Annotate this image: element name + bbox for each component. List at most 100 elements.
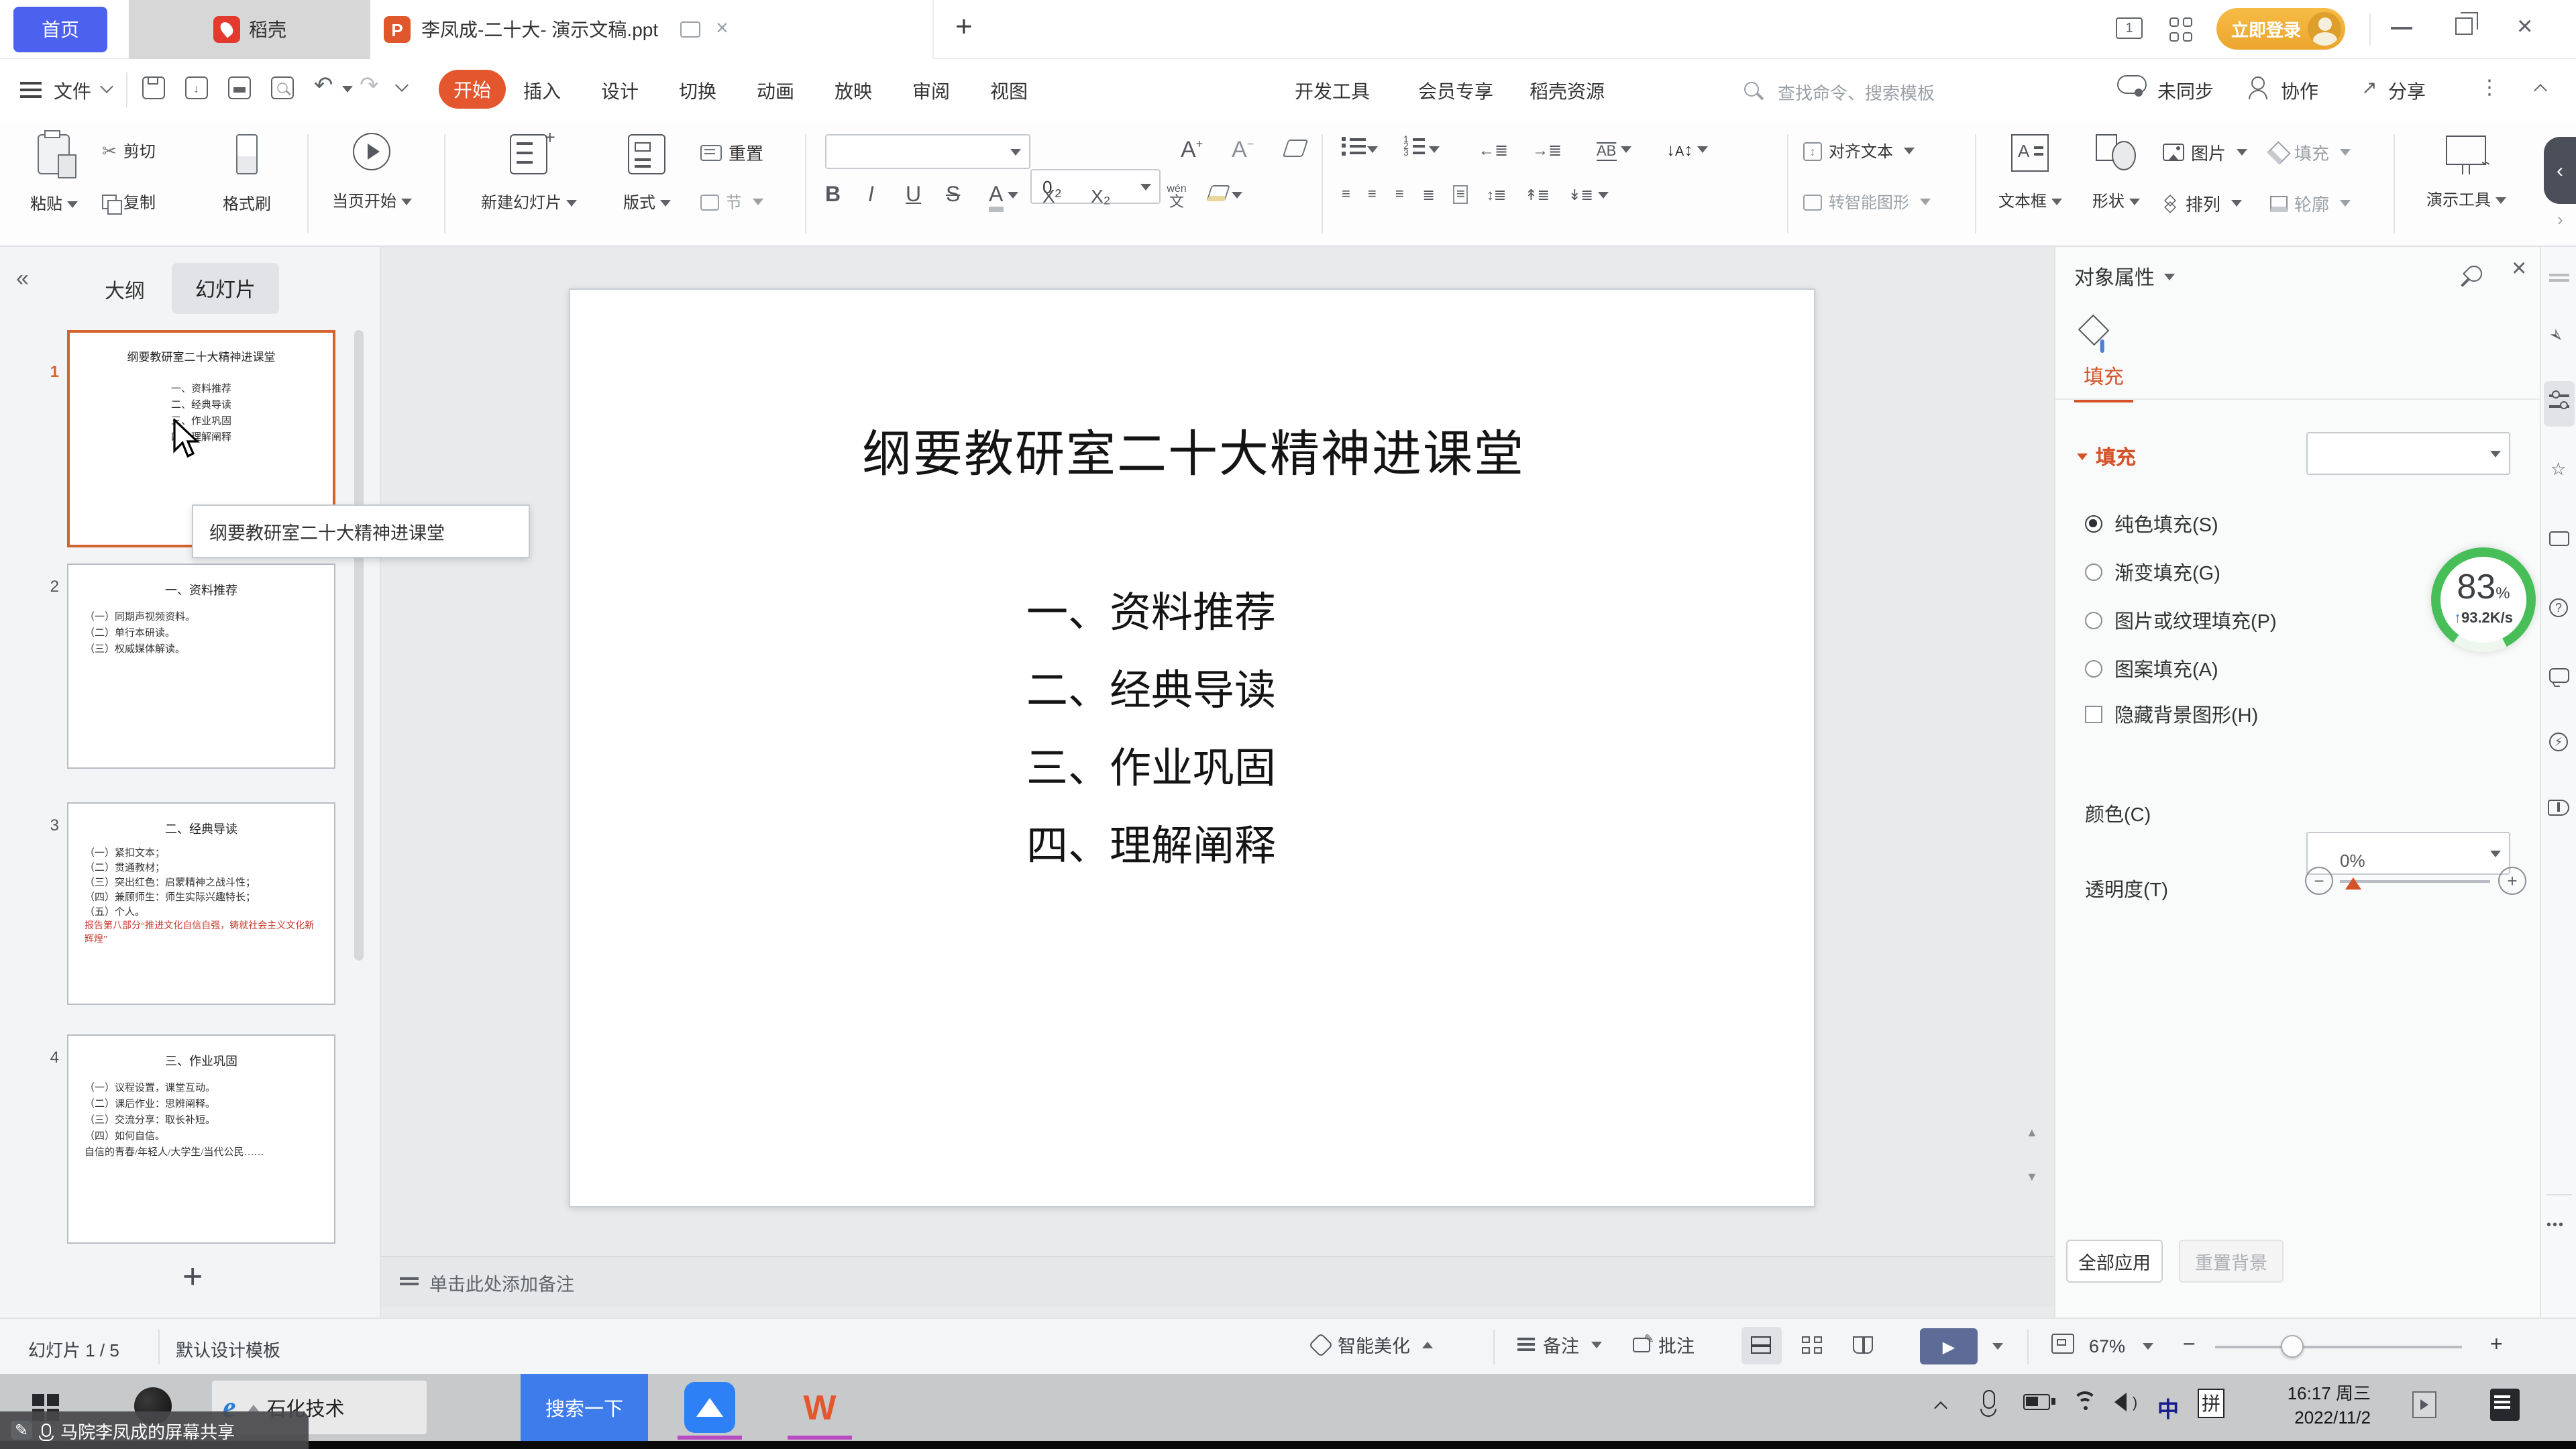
zoom-slider-track[interactable] [2215, 1346, 2462, 1348]
panel-collapse-icon[interactable]: « [16, 266, 29, 292]
tab-close-icon[interactable]: × [716, 17, 729, 42]
restore-button[interactable] [2455, 17, 2473, 35]
file-menu[interactable]: 文件 [54, 78, 91, 105]
menu-tab-docer-res[interactable]: 稻壳资源 [1529, 78, 1605, 105]
paste-button[interactable]: 粘贴 [19, 129, 89, 239]
fill-type-combobox[interactable] [2306, 432, 2510, 475]
clock[interactable]: 16:17 周三 2022/11/2 [2250, 1382, 2371, 1430]
cloud-sync-icon[interactable] [2117, 75, 2147, 94]
bold-button[interactable]: B [825, 184, 868, 208]
transparency-slider-marker[interactable] [2345, 877, 2361, 890]
menu-tab-animation[interactable]: 动画 [757, 78, 794, 105]
format-painter-button[interactable]: 格式刷 [204, 129, 290, 239]
apply-all-button[interactable]: 全部应用 [2066, 1240, 2163, 1283]
increase-font-icon[interactable]: A+ [1181, 137, 1203, 164]
wifi-tray-icon[interactable] [2073, 1391, 2097, 1410]
tab-home[interactable]: 首页 [13, 7, 107, 52]
add-slide-button[interactable]: + [182, 1256, 203, 1297]
notification-center-icon[interactable] [2490, 1389, 2520, 1421]
zoom-out-button[interactable]: − [2183, 1334, 2196, 1358]
play-options-icon[interactable] [1992, 1343, 2003, 1350]
para-space-below-icon[interactable]: ↡≣ [1568, 186, 1608, 203]
tab-docer[interactable]: 稻壳 [129, 0, 370, 59]
fill-button[interactable]: 填充 [2270, 140, 2351, 165]
menu-tab-design[interactable]: 设计 [601, 78, 639, 105]
transparency-plus[interactable]: + [2498, 867, 2526, 895]
ime-pinyin-indicator[interactable]: 拼 [2198, 1389, 2224, 1418]
hide-bg-checkbox[interactable]: 隐藏背景图形(H) [2085, 700, 2258, 729]
close-window-button[interactable]: × [2517, 12, 2532, 43]
section-expand-icon[interactable] [2077, 453, 2088, 460]
font-color-button[interactable]: A [989, 184, 1042, 208]
picture-button[interactable]: 图片 [2163, 140, 2247, 165]
smart-beautify-button[interactable]: 智能美化 [1312, 1331, 1433, 1358]
fit-slide-icon[interactable] [2051, 1334, 2074, 1354]
radio-pattern-fill[interactable]: 图案填充(A) [2085, 655, 2218, 683]
hamburger-menu-icon[interactable] [20, 82, 42, 85]
design-template-button[interactable]: 默认设计模板 [176, 1336, 280, 1362]
collab-label[interactable]: 协作 [2281, 78, 2318, 105]
notes-button[interactable]: 备注 [1517, 1331, 1602, 1358]
increase-indent-icon[interactable]: →≣ [1532, 140, 1597, 159]
outline-button[interactable]: 轮廓 [2270, 191, 2351, 216]
new-slide-button[interactable]: + 新建幻灯片 [462, 129, 596, 239]
speaker-tray-icon[interactable]: ) [2114, 1393, 2137, 1418]
section-button[interactable]: 节 [700, 191, 763, 213]
numbering-button[interactable]: 123 [1403, 137, 1479, 162]
feedback-icon[interactable] [2549, 668, 2569, 683]
slideshow-play-button[interactable]: ▶ [1920, 1328, 1978, 1364]
align-left-icon[interactable]: ≡ [1342, 186, 1349, 203]
help-icon[interactable]: ? [2549, 598, 2568, 617]
close-panel-icon[interactable]: × [2512, 255, 2526, 284]
window-layout-icon[interactable]: 1 [2116, 17, 2143, 39]
ime-lang-indicator[interactable]: 中 [2157, 1391, 2179, 1424]
copy-button[interactable]: 复制 [102, 191, 156, 213]
next-slide-icon[interactable]: ▼ [2026, 1170, 2038, 1183]
start-button-icon[interactable] [32, 1394, 44, 1406]
transparency-slider-track[interactable] [2340, 880, 2490, 883]
rail-more-icon[interactable]: ••• [2546, 1218, 2565, 1233]
line-spacing-icon[interactable]: ↕≣ [1487, 186, 1506, 203]
meeting-app-icon[interactable] [684, 1382, 735, 1433]
command-search-input[interactable]: 查找命令、搜索模板 [1778, 79, 1935, 105]
decrease-font-icon[interactable]: A− [1232, 137, 1254, 164]
slide-thumbnail-3[interactable]: 二、经典导读 （一）紧扣文本； （二）贯通教材； （三）突出红色：启蒙精神之战斗… [67, 802, 335, 1005]
slide-title[interactable]: 纲要教研室二十大精神进课堂 [570, 413, 1817, 486]
view-normal-button[interactable] [1741, 1327, 1782, 1364]
prev-slide-icon[interactable]: ▲ [2026, 1126, 2038, 1139]
fill-tab[interactable]: 填充 [2074, 362, 2133, 402]
menu-tab-insert[interactable]: 插入 [523, 78, 561, 105]
transparency-minus[interactable]: − [2305, 867, 2333, 895]
present-tools-button[interactable]: ⌁ 演示工具 [2404, 129, 2528, 239]
more-menu-icon[interactable]: ⋮ [2479, 75, 2500, 99]
view-reading-button[interactable] [1843, 1327, 1884, 1364]
layout-button[interactable]: 版式 [606, 129, 687, 239]
minimize-button[interactable] [2391, 27, 2412, 30]
reference-book-icon[interactable] [2548, 800, 2569, 816]
arrange-button[interactable]: 排列 [2163, 191, 2242, 216]
loop-play-icon[interactable] [2549, 531, 2569, 546]
text-direction-button[interactable]: ↓A↕ [1666, 138, 1725, 162]
slide-thumbnail-4[interactable]: 三、作业巩固 （一）议程设置，课堂互动。 （二）课后作业：思辨阐释。 （三）交流… [67, 1034, 335, 1244]
radio-picture-fill[interactable]: 图片或纹理填充(P) [2085, 606, 2277, 635]
apps-grid-icon[interactable] [2169, 17, 2194, 42]
redo-icon[interactable]: ↷ [360, 72, 379, 99]
radio-gradient-fill[interactable]: 渐变填充(G) [2085, 558, 2220, 586]
beautify-star-icon[interactable]: ☆ [2551, 459, 2566, 480]
taskpane-expand-chevron[interactable]: › [2557, 209, 2563, 229]
align-center-icon[interactable]: ≡ [1368, 186, 1377, 203]
color-combobox[interactable] [2306, 832, 2510, 875]
search-task-button[interactable]: 搜索一下 [521, 1374, 648, 1441]
zoom-dropdown-icon[interactable] [2143, 1343, 2153, 1350]
share-icon[interactable]: ↗ [2361, 76, 2377, 99]
print-preview-icon[interactable] [271, 76, 294, 99]
slide-list-item[interactable]: 二、经典导读 [1026, 652, 1276, 730]
share-label[interactable]: 分享 [2388, 78, 2426, 105]
slide-list-item[interactable]: 四、理解阐释 [1026, 808, 1276, 885]
zoom-slider-handle[interactable] [2281, 1335, 2304, 1358]
align-text-button[interactable]: ↕ 对齐文本 [1803, 140, 1915, 162]
align-right-icon[interactable]: ≡ [1395, 186, 1404, 203]
search-icon[interactable] [1744, 82, 1759, 97]
zoom-in-button[interactable]: + [2490, 1334, 2503, 1358]
tab-document[interactable]: P 李凤成-二十大- 演示文稿.ppt × [370, 0, 934, 59]
